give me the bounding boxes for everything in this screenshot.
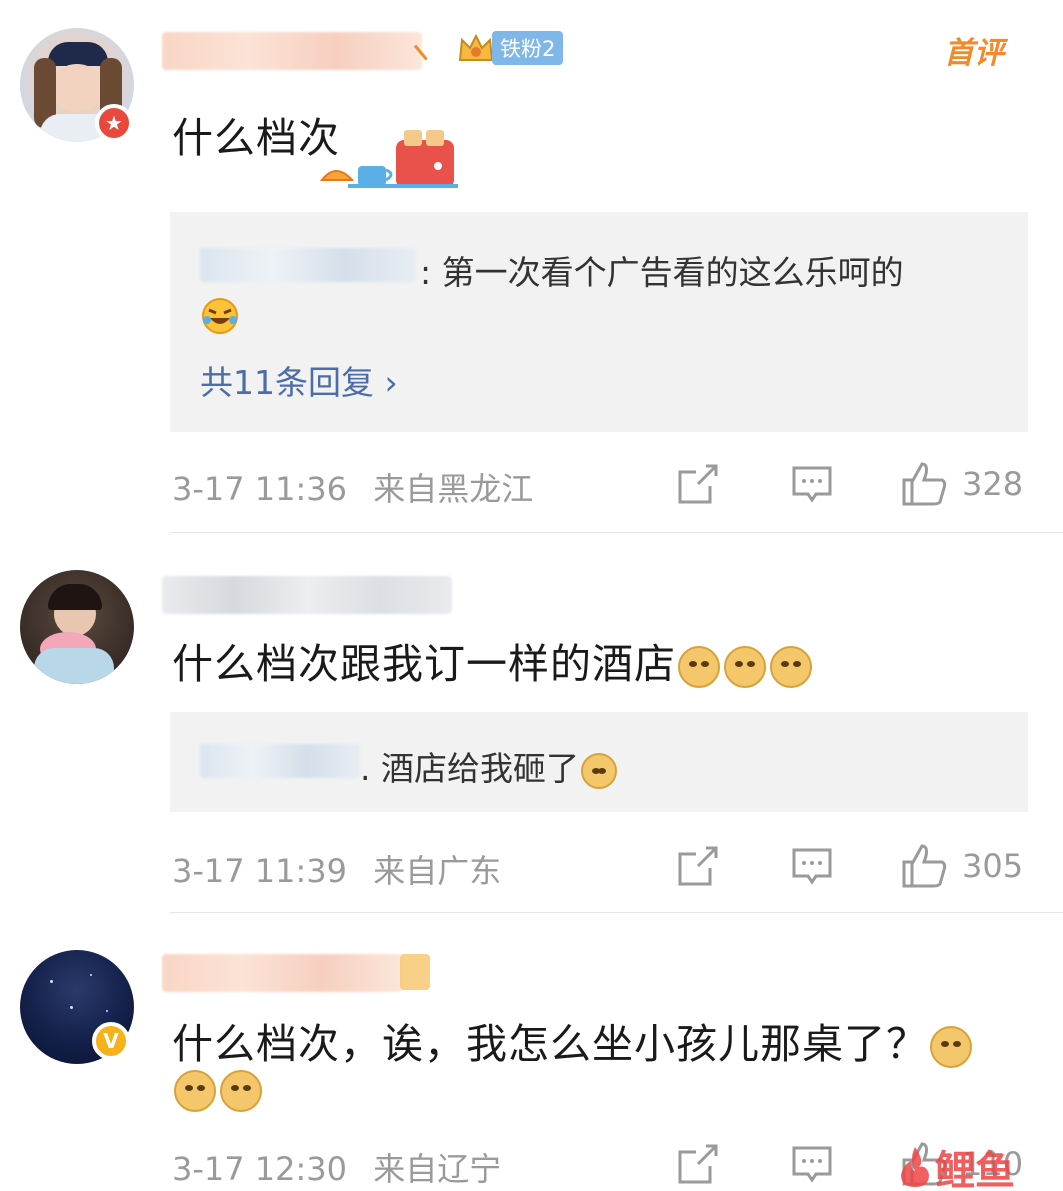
doge-emoji-icon: [770, 646, 812, 688]
comment-time: 3-17 11:36: [172, 470, 348, 508]
repost-icon: [678, 1144, 718, 1184]
watermark: 鲤鱼: [895, 1138, 1015, 1191]
comment-button[interactable]: [790, 844, 834, 888]
comment-button[interactable]: [790, 462, 834, 506]
verified-v-badge-icon: V: [92, 1022, 130, 1060]
comment-body: 什么档次跟我订一样的酒店: [172, 630, 814, 690]
comment-body: 什么档次，诶，我怎么坐小孩儿那桌了？: [172, 1010, 974, 1070]
comment-meta: 3-17 11:36 来自黑龙江: [172, 464, 549, 510]
comment-time: 3-17 11:39: [172, 852, 348, 890]
repost-icon: [678, 464, 718, 504]
comment-icon: [792, 848, 832, 885]
like-button[interactable]: 305: [900, 842, 1023, 890]
like-count: 328: [962, 465, 1024, 503]
comment-location: 来自广东: [373, 852, 502, 890]
comment-button[interactable]: [790, 1142, 834, 1186]
comment-icon: [792, 1146, 832, 1183]
comment-body: 什么档次: [172, 114, 340, 162]
comment-location: 来自黑龙江: [373, 470, 534, 508]
comment-2: 什么档次跟我订一样的酒店 . 酒店给我砸了 3-17 11:39 来自广东 30…: [0, 534, 1063, 914]
comment-location: 来自辽宁: [373, 1150, 502, 1188]
repost-button[interactable]: [676, 844, 720, 888]
reply-username-blurred[interactable]: [200, 744, 360, 778]
crown-icon: [458, 33, 494, 61]
repost-button[interactable]: [676, 462, 720, 506]
fan-badge-label: 铁粉2: [492, 31, 564, 65]
doge-emoji-icon: [724, 646, 766, 688]
avatar[interactable]: [20, 570, 134, 684]
divider: [170, 912, 1063, 913]
doge-emoji-icon: [678, 646, 720, 688]
divider: [170, 532, 1063, 533]
comment-icon: [792, 466, 832, 503]
comment-meta: 3-17 11:39 来自广东: [172, 846, 517, 892]
reply-box[interactable]: . 酒店给我砸了: [170, 712, 1028, 812]
like-count: 305: [962, 847, 1024, 885]
reply-box[interactable]: : 第一次看个广告看的这么乐呵的 共11条回复 ›: [170, 212, 1028, 432]
username-blurred[interactable]: [162, 32, 422, 70]
like-button[interactable]: 328: [900, 460, 1023, 508]
fire-logo-icon: [901, 1147, 929, 1187]
doge-emoji-icon: [220, 1070, 262, 1112]
comment-1: ★ 铁粉2 首评 什么档次 : 第一次看个广告看的这么乐呵的 共11条回复 › …: [0, 0, 1063, 534]
fan-badge: 铁粉2: [456, 30, 564, 66]
reply-username-blurred[interactable]: [200, 248, 416, 282]
username-blurred[interactable]: [162, 576, 452, 614]
watermark-text: 鲤鱼: [935, 1148, 1015, 1191]
like-icon: [902, 844, 947, 888]
username-badge-icon: [400, 954, 430, 990]
comment-time: 3-17 12:30: [172, 1150, 348, 1188]
view-all-replies-link[interactable]: 共11条回复 ›: [200, 356, 398, 404]
doge-emoji-icon: [930, 1026, 972, 1068]
first-comment-tag: 首评: [944, 36, 1004, 71]
verified-badge-icon: ★: [95, 104, 133, 142]
comment-body-line2: [172, 1064, 264, 1112]
like-icon: [902, 462, 947, 506]
doge-emoji-icon: [174, 1070, 216, 1112]
doge-emoji-icon: [580, 752, 617, 789]
laughing-emoji-icon: [202, 298, 238, 334]
username-blurred[interactable]: [162, 954, 402, 992]
comment-meta: 3-17 12:30 来自辽宁: [172, 1144, 517, 1190]
repost-icon: [678, 846, 718, 886]
repost-button[interactable]: [676, 1142, 720, 1186]
reply-text: . 酒店给我砸了: [360, 742, 619, 790]
breakfast-sticker-icon: [319, 130, 458, 188]
reply-text: : 第一次看个广告看的这么乐呵的: [420, 253, 904, 292]
